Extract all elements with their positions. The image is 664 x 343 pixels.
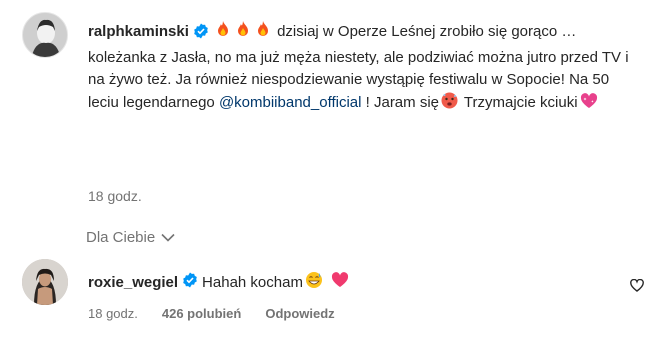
mention-link[interactable]: @kombiiband_official xyxy=(219,94,362,111)
avatar[interactable] xyxy=(22,12,68,58)
reply-button[interactable]: Odpowiedz xyxy=(265,306,334,321)
fire-emoji xyxy=(215,20,231,46)
comment-meta: 18 godz. 426 polubień Odpowiedz xyxy=(88,306,335,321)
comment-body: roxie_wegiel Hahah kocham xyxy=(88,271,351,295)
comment-text: Hahah kocham xyxy=(202,274,303,291)
grinning-sweat-emoji xyxy=(305,271,323,295)
caption-text-part3: Trzymajcie kciuki xyxy=(463,93,578,111)
heart-emoji xyxy=(331,272,349,294)
comment-sort-dropdown[interactable]: Dla Ciebie xyxy=(86,229,175,246)
comment-likes-count[interactable]: 426 polubień xyxy=(162,306,241,321)
comment-item: roxie_wegiel Hahah kocham 18 godz. 426 p… xyxy=(22,259,652,321)
chevron-down-icon xyxy=(161,229,175,246)
avatar-image xyxy=(22,259,68,305)
post-username[interactable]: ralphkaminski xyxy=(88,23,189,40)
sparkling-heart-emoji xyxy=(580,92,598,117)
heart-outline-icon[interactable] xyxy=(630,278,644,297)
comment-sort-label: Dla Ciebie xyxy=(86,229,156,246)
verified-badge-icon xyxy=(182,272,198,294)
comment-timestamp: 18 godz. xyxy=(88,306,138,321)
hot-face-emoji xyxy=(441,92,458,117)
fire-emoji xyxy=(255,20,271,46)
avatar-image xyxy=(23,13,67,57)
post-caption: ralphkaminski dzisiaj w Operze Leśnej zr… xyxy=(88,20,633,116)
post-timestamp: 18 godz. xyxy=(88,188,142,204)
verified-badge-icon xyxy=(193,23,209,47)
fire-emoji xyxy=(235,20,251,46)
avatar[interactable] xyxy=(22,259,68,305)
comment-username[interactable]: roxie_wegiel xyxy=(88,273,178,293)
caption-text-part2: ! Jaram się xyxy=(361,93,439,111)
